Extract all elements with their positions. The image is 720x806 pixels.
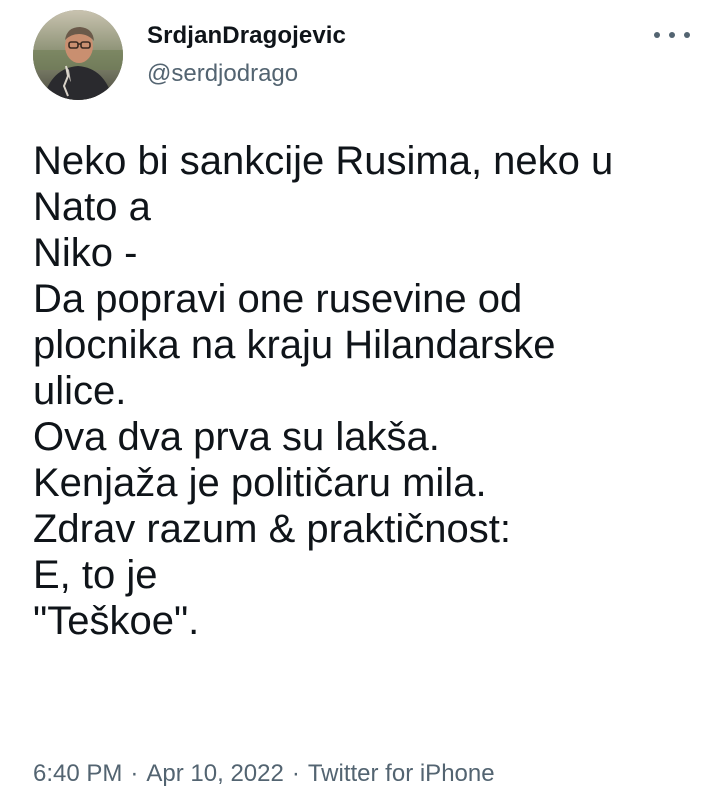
tweet-text-line: plocnika na kraju Hilandarske xyxy=(33,323,556,367)
meta-separator: · xyxy=(291,760,300,787)
tweet-text-line: ulice. xyxy=(33,369,127,413)
tweet-text-line: Neko bi sankcije Rusima, neko u xyxy=(33,139,614,183)
tweet-source-link[interactable]: Twitter for iPhone xyxy=(308,760,495,787)
avatar[interactable] xyxy=(33,10,123,100)
meta-separator: · xyxy=(130,760,139,787)
tweet-text-line: Kenjaža je političaru mila. xyxy=(33,461,487,505)
more-dots-icon xyxy=(654,32,660,38)
more-dots-icon xyxy=(684,32,690,38)
tweet-card: SrdjanDragojevic @serdjodrago Neko bi sa… xyxy=(0,0,720,806)
tweet-text-line: Zdrav razum & praktičnost: xyxy=(33,507,511,551)
author-block: SrdjanDragojevic @serdjodrago xyxy=(147,20,346,90)
tweet-text-line: E, to je xyxy=(33,553,158,597)
tweet-text-line: Nato a xyxy=(33,185,151,229)
author-display-name[interactable]: SrdjanDragojevic xyxy=(147,20,346,52)
more-options-button[interactable] xyxy=(654,24,690,46)
tweet-text-line: Da popravi one rusevine od xyxy=(33,277,523,321)
more-dots-icon xyxy=(669,32,675,38)
tweet-text-line: Niko - xyxy=(33,231,138,275)
tweet-meta: 6:40 PM · Apr 10, 2022 · Twitter for iPhone xyxy=(33,757,495,791)
avatar-photo xyxy=(33,10,123,100)
tweet-text-line: Ova dva prva su lakša. xyxy=(33,415,440,459)
tweet-text-line: "Teškoe". xyxy=(33,599,200,643)
tweet-date[interactable]: Apr 10, 2022 xyxy=(146,760,283,787)
tweet-time[interactable]: 6:40 PM xyxy=(33,760,122,787)
tweet-text: Neko bi sankcije Rusima, neko u Nato a N… xyxy=(33,138,693,644)
author-handle[interactable]: @serdjodrago xyxy=(147,58,346,90)
